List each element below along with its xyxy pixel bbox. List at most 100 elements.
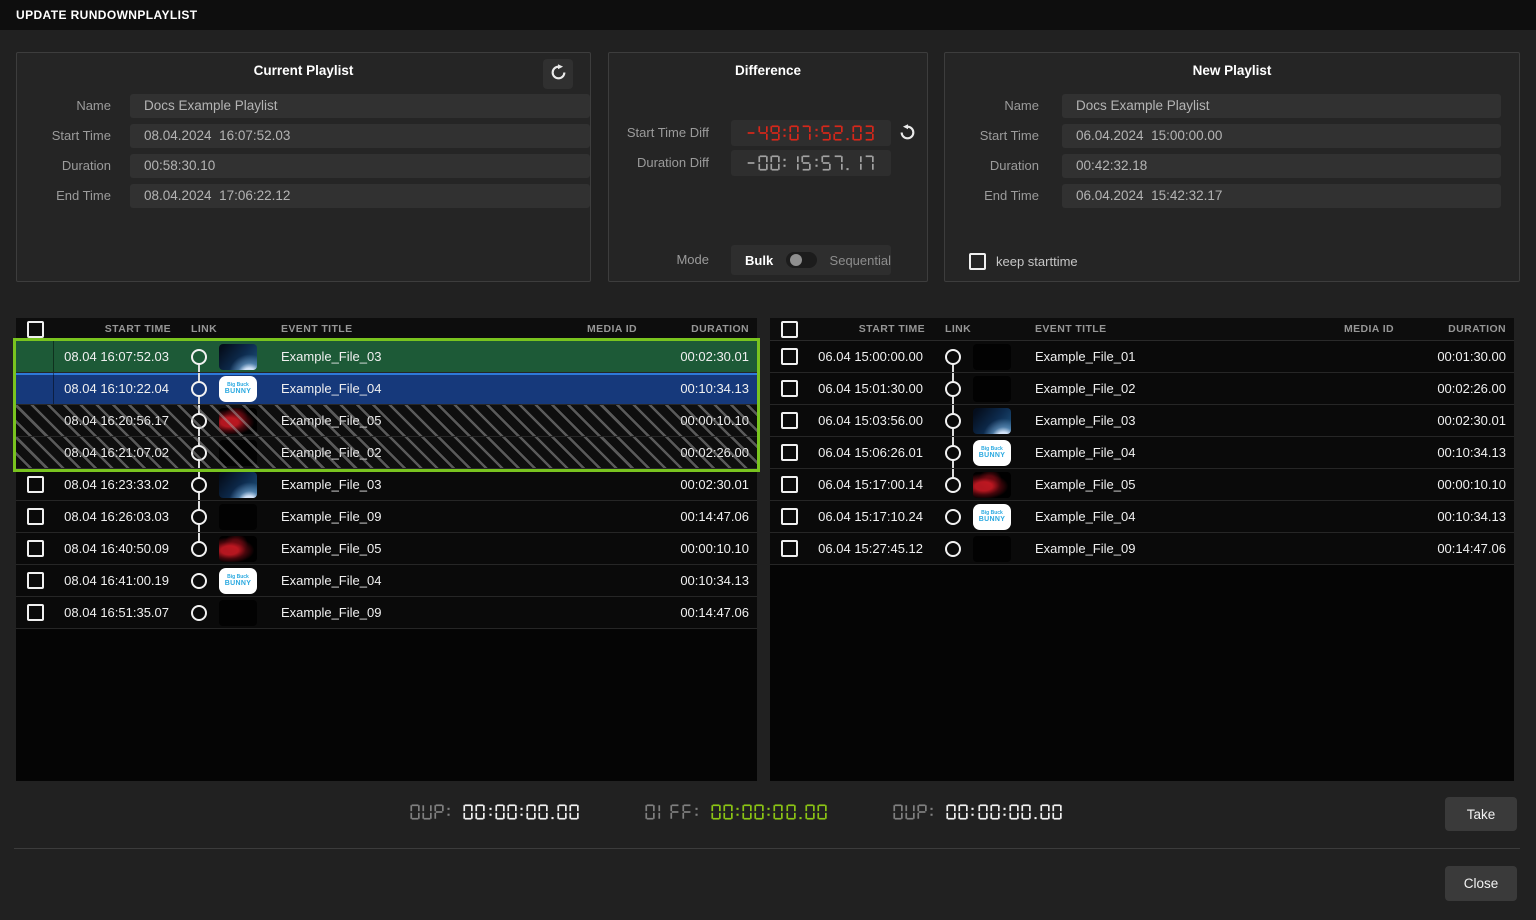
row-checkbox[interactable]	[781, 444, 798, 461]
link-circle-icon[interactable]	[945, 541, 961, 557]
row-checkbox[interactable]	[781, 348, 798, 365]
new-name-label: Name	[945, 94, 1039, 118]
row-checkbox[interactable]	[27, 572, 44, 589]
current-name-label: Name	[17, 94, 111, 118]
row-start-time: 08.04 16:20:56.17	[54, 413, 179, 428]
row-duration: 00:10:34.13	[645, 573, 757, 588]
header-duration: DURATION	[1402, 323, 1514, 335]
row-start-time: 08.04 16:51:35.07	[54, 605, 179, 620]
row-checkbox[interactable]	[781, 476, 798, 493]
link-circle-icon[interactable]	[191, 445, 207, 461]
select-all-checkbox[interactable]	[781, 321, 798, 338]
link-circle-icon[interactable]	[191, 413, 207, 429]
mode-option-bulk[interactable]: Bulk	[745, 253, 773, 268]
link-circle-icon[interactable]	[945, 445, 961, 461]
table-row[interactable]: 08.04 16:10:22.04Big BuckBUNNYExample_Fi…	[16, 373, 757, 405]
table-row[interactable]: 08.04 16:07:52.03Example_File_0300:02:30…	[16, 341, 757, 373]
new-playlist-title: New Playlist	[945, 63, 1519, 78]
thumbnail-black	[973, 344, 1011, 370]
link-circle-icon[interactable]	[945, 477, 961, 493]
select-all-checkbox[interactable]	[27, 321, 44, 338]
dur-left-display	[410, 804, 581, 820]
link-circle-icon[interactable]	[191, 477, 207, 493]
table-row[interactable]: 08.04 16:21:07.02Example_File_0200:02:26…	[16, 437, 757, 469]
table-row[interactable]: 06.04 15:00:00.00Example_File_0100:01:30…	[770, 341, 1514, 373]
row-thumbnail-cell: Big BuckBUNNY	[219, 376, 269, 402]
row-thumbnail-cell	[219, 472, 269, 498]
row-checkbox[interactable]	[781, 412, 798, 429]
link-circle-icon[interactable]	[191, 605, 207, 621]
reset-diff-button[interactable]	[895, 122, 919, 146]
link-circle-icon[interactable]	[191, 541, 207, 557]
row-start-time: 08.04 16:40:50.09	[54, 541, 179, 556]
diff-display	[645, 804, 829, 820]
thumbnail-earth	[219, 472, 257, 498]
row-event-title: Example_File_03	[1023, 413, 1282, 428]
row-start-time: 08.04 16:26:03.03	[54, 509, 179, 524]
row-checkbox[interactable]	[27, 476, 44, 493]
table-row[interactable]: 06.04 15:27:45.12Example_File_0900:14:47…	[770, 533, 1514, 565]
dur-right-label	[893, 804, 936, 820]
row-duration: 00:10:34.13	[645, 381, 757, 396]
table-row[interactable]: 08.04 16:23:33.02Example_File_0300:02:30…	[16, 469, 757, 501]
table-header: START TIMELINKEVENT TITLEMEDIA IDDURATIO…	[16, 318, 757, 341]
thumbnail-bunny: Big BuckBUNNY	[219, 376, 257, 402]
table-row[interactable]: 08.04 16:41:00.19Big BuckBUNNYExample_Fi…	[16, 565, 757, 597]
table-row[interactable]: 06.04 15:17:10.24Big BuckBUNNYExample_Fi…	[770, 501, 1514, 533]
mode-option-sequential[interactable]: Sequential	[830, 253, 891, 268]
row-checkbox-cell	[16, 405, 54, 436]
row-link-cell	[933, 373, 973, 404]
table-row[interactable]: 08.04 16:20:56.17Example_File_0500:00:10…	[16, 405, 757, 437]
row-checkbox[interactable]	[781, 380, 798, 397]
link-circle-icon[interactable]	[191, 349, 207, 365]
bunny-logo-text: BUNNY	[979, 516, 1005, 523]
new-name-field[interactable]: Docs Example Playlist	[1062, 94, 1501, 118]
row-link-cell	[179, 565, 219, 596]
table-row[interactable]: 06.04 15:17:00.14Example_File_0500:00:10…	[770, 469, 1514, 501]
refresh-button[interactable]	[543, 59, 573, 89]
close-button[interactable]: Close	[1445, 866, 1517, 901]
header-checkbox-cell	[770, 318, 808, 340]
new-endtime-field[interactable]: 06.04.2024 15:42:32.17	[1062, 184, 1501, 208]
header-event-title: EVENT TITLE	[1023, 323, 1282, 335]
row-checkbox[interactable]	[27, 540, 44, 557]
table-row[interactable]: 06.04 15:06:26.01Big BuckBUNNYExample_Fi…	[770, 437, 1514, 469]
table-row[interactable]: 06.04 15:03:56.00Example_File_0300:02:30…	[770, 405, 1514, 437]
row-event-title: Example_File_03	[269, 477, 525, 492]
link-circle-icon[interactable]	[191, 509, 207, 525]
row-checkbox[interactable]	[27, 508, 44, 525]
new-duration-field[interactable]: 00:42:32.18	[1062, 154, 1501, 178]
link-circle-icon[interactable]	[945, 349, 961, 365]
header-start-time: START TIME	[54, 323, 179, 335]
new-starttime-field[interactable]: 06.04.2024 15:00:00.00	[1062, 124, 1501, 148]
row-checkbox[interactable]	[781, 508, 798, 525]
link-circle-icon[interactable]	[191, 381, 207, 397]
link-circle-icon[interactable]	[945, 413, 961, 429]
link-circle-icon[interactable]	[945, 381, 961, 397]
row-thumbnail-cell: Big BuckBUNNY	[973, 504, 1023, 530]
take-button[interactable]: Take	[1445, 797, 1517, 831]
table-row[interactable]: 08.04 16:51:35.07Example_File_0900:14:47…	[16, 597, 757, 629]
row-start-time: 08.04 16:21:07.02	[54, 445, 179, 460]
mode-toggle-switch[interactable]	[786, 252, 816, 268]
current-starttime-field[interactable]: 08.04.2024 16:07:52.03	[130, 124, 590, 148]
link-circle-icon[interactable]	[945, 509, 961, 525]
current-playlist-panel: Current Playlist Name Docs Example Playl…	[16, 52, 591, 282]
table-row[interactable]: 08.04 16:40:50.09Example_File_0500:00:10…	[16, 533, 757, 565]
current-duration-field[interactable]: 00:58:30.10	[130, 154, 590, 178]
table-row[interactable]: 06.04 15:01:30.00Example_File_0200:02:26…	[770, 373, 1514, 405]
table-row[interactable]: 08.04 16:26:03.03Example_File_0900:14:47…	[16, 501, 757, 533]
duration-diff-label: Duration Diff	[609, 150, 709, 176]
current-name-field[interactable]: Docs Example Playlist	[130, 94, 590, 118]
duration-diff-display	[731, 150, 891, 176]
row-event-title: Example_File_03	[269, 349, 525, 364]
row-event-title: Example_File_02	[269, 445, 525, 460]
row-checkbox[interactable]	[27, 604, 44, 621]
keep-starttime-checkbox[interactable]	[969, 253, 986, 270]
link-circle-icon[interactable]	[191, 573, 207, 589]
current-endtime-label: End Time	[17, 184, 111, 208]
current-endtime-field[interactable]: 08.04.2024 17:06:22.12	[130, 184, 590, 208]
thumbnail-bunny: Big BuckBUNNY	[973, 440, 1011, 466]
row-checkbox[interactable]	[781, 540, 798, 557]
reset-icon	[899, 124, 916, 144]
